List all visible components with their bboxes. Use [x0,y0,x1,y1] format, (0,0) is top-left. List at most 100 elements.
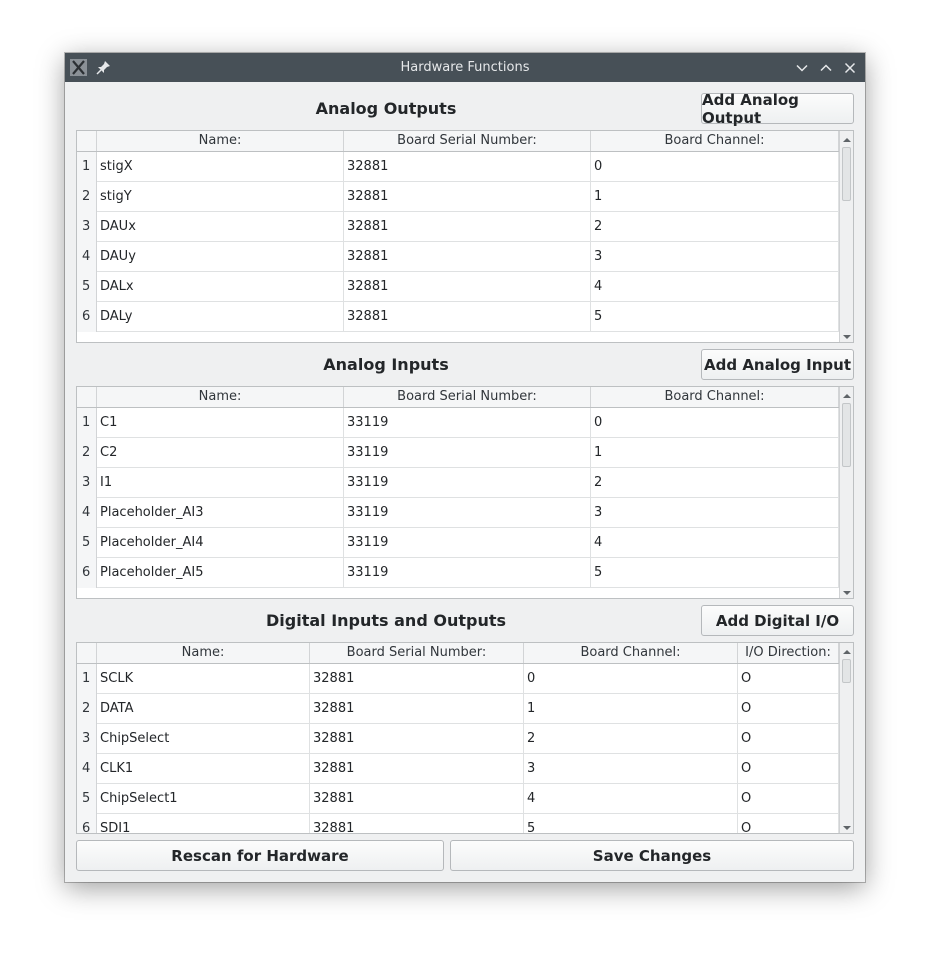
column-header[interactable]: Board Serial Number: [344,387,591,407]
cell-serial[interactable]: 32881 [310,754,524,784]
cell-name[interactable]: C1 [97,408,344,438]
row-number[interactable]: 4 [77,242,97,272]
column-header[interactable]: Name: [97,131,344,151]
cell-name[interactable]: C2 [97,438,344,468]
row-number[interactable]: 5 [77,528,97,558]
cell-name[interactable]: Placeholder_AI3 [97,498,344,528]
add-analog-output-button[interactable]: Add Analog Output [701,91,854,127]
scroll-thumb[interactable] [842,147,851,201]
cell-serial[interactable]: 32881 [310,724,524,754]
table-row[interactable]: 5 ChipSelect1 32881 4 O [77,784,839,814]
cell-name[interactable]: ChipSelect [97,724,310,754]
cell-serial[interactable]: 32881 [310,664,524,694]
table-row[interactable]: 1 C1 33119 0 [77,408,839,438]
add-digital-io-button[interactable]: Add Digital I/O [701,605,854,636]
cell-channel[interactable]: 4 [524,784,738,814]
row-number[interactable]: 5 [77,784,97,814]
table-row[interactable]: 2 stigY 32881 1 [77,182,839,212]
add-analog-input-button[interactable]: Add Analog Input [701,349,854,380]
cell-channel[interactable]: 1 [591,182,839,212]
vertical-scrollbar[interactable] [839,387,853,598]
title-bar[interactable]: Hardware Functions [65,53,865,82]
table-row[interactable]: 6 SDI1 32881 5 O [77,814,839,833]
row-number[interactable]: 3 [77,724,97,754]
column-header[interactable]: Board Serial Number: [344,131,591,151]
table-row[interactable]: 3 DAUx 32881 2 [77,212,839,242]
scroll-down-arrow-icon[interactable] [842,331,852,341]
cell-serial[interactable]: 32881 [310,784,524,814]
cell-channel[interactable]: 4 [591,272,839,302]
cell-serial[interactable]: 32881 [344,242,591,272]
column-header[interactable]: Board Channel: [524,643,738,663]
cell-direction[interactable]: O [738,754,839,784]
cell-direction[interactable]: O [738,694,839,724]
cell-serial[interactable]: 33119 [344,438,591,468]
row-number[interactable]: 2 [77,694,97,724]
table-row[interactable]: 6 Placeholder_AI5 33119 5 [77,558,839,588]
cell-channel[interactable]: 2 [591,468,839,498]
row-number[interactable]: 1 [77,152,97,182]
cell-name[interactable]: DAUx [97,212,344,242]
close-button[interactable] [842,60,858,76]
cell-channel[interactable]: 3 [591,242,839,272]
table-row[interactable]: 4 DAUy 32881 3 [77,242,839,272]
rescan-hardware-button[interactable]: Rescan for Hardware [76,840,444,871]
row-number[interactable]: 1 [77,664,97,694]
cell-name[interactable]: DALy [97,302,344,332]
cell-serial[interactable]: 32881 [344,272,591,302]
scroll-down-arrow-icon[interactable] [842,587,852,597]
cell-serial[interactable]: 32881 [344,212,591,242]
cell-name[interactable]: ChipSelect1 [97,784,310,814]
row-number[interactable]: 6 [77,814,97,833]
cell-channel[interactable]: 1 [524,694,738,724]
table-row[interactable]: 3 ChipSelect 32881 2 O [77,724,839,754]
cell-serial[interactable]: 33119 [344,468,591,498]
table-row[interactable]: 5 DALx 32881 4 [77,272,839,302]
row-number[interactable]: 4 [77,498,97,528]
vertical-scrollbar[interactable] [839,131,853,342]
cell-name[interactable]: SDI1 [97,814,310,833]
cell-serial[interactable]: 33119 [344,408,591,438]
cell-serial[interactable]: 32881 [310,814,524,833]
table-row[interactable]: 6 DALy 32881 5 [77,302,839,332]
row-number[interactable]: 3 [77,212,97,242]
minimize-button[interactable] [794,60,810,76]
row-number[interactable]: 2 [77,182,97,212]
column-header[interactable]: I/O Direction: [738,643,839,663]
cell-serial[interactable]: 32881 [310,694,524,724]
cell-direction[interactable]: O [738,814,839,833]
row-number[interactable]: 1 [77,408,97,438]
cell-serial[interactable]: 33119 [344,528,591,558]
table-row[interactable]: 5 Placeholder_AI4 33119 4 [77,528,839,558]
analog-inputs-table[interactable]: Name: Board Serial Number: Board Channel: 1… [76,386,854,599]
cell-name[interactable]: Placeholder_AI5 [97,558,344,588]
row-number[interactable]: 2 [77,438,97,468]
table-row[interactable]: 4 CLK1 32881 3 O [77,754,839,784]
row-number[interactable]: 6 [77,302,97,332]
scroll-down-arrow-icon[interactable] [842,822,852,832]
cell-name[interactable]: CLK1 [97,754,310,784]
scroll-up-arrow-icon[interactable] [842,646,852,656]
table-row[interactable]: 1 stigX 32881 0 [77,152,839,182]
cell-serial[interactable]: 32881 [344,152,591,182]
cell-channel[interactable]: 5 [591,302,839,332]
row-number[interactable]: 5 [77,272,97,302]
cell-channel[interactable]: 0 [591,408,839,438]
cell-serial[interactable]: 32881 [344,302,591,332]
column-header[interactable]: Board Channel: [591,131,839,151]
cell-name[interactable]: stigY [97,182,344,212]
cell-serial[interactable]: 32881 [344,182,591,212]
cell-channel[interactable]: 3 [591,498,839,528]
save-changes-button[interactable]: Save Changes [450,840,854,871]
cell-direction[interactable]: O [738,784,839,814]
column-header[interactable]: Board Channel: [591,387,839,407]
maximize-button[interactable] [818,60,834,76]
cell-name[interactable]: stigX [97,152,344,182]
cell-direction[interactable]: O [738,724,839,754]
cell-name[interactable]: I1 [97,468,344,498]
cell-channel[interactable]: 2 [591,212,839,242]
column-header[interactable]: Name: [97,643,310,663]
cell-name[interactable]: DATA [97,694,310,724]
cell-name[interactable]: DAUy [97,242,344,272]
analog-outputs-table[interactable]: Name: Board Serial Number: Board Channel: 1… [76,130,854,343]
